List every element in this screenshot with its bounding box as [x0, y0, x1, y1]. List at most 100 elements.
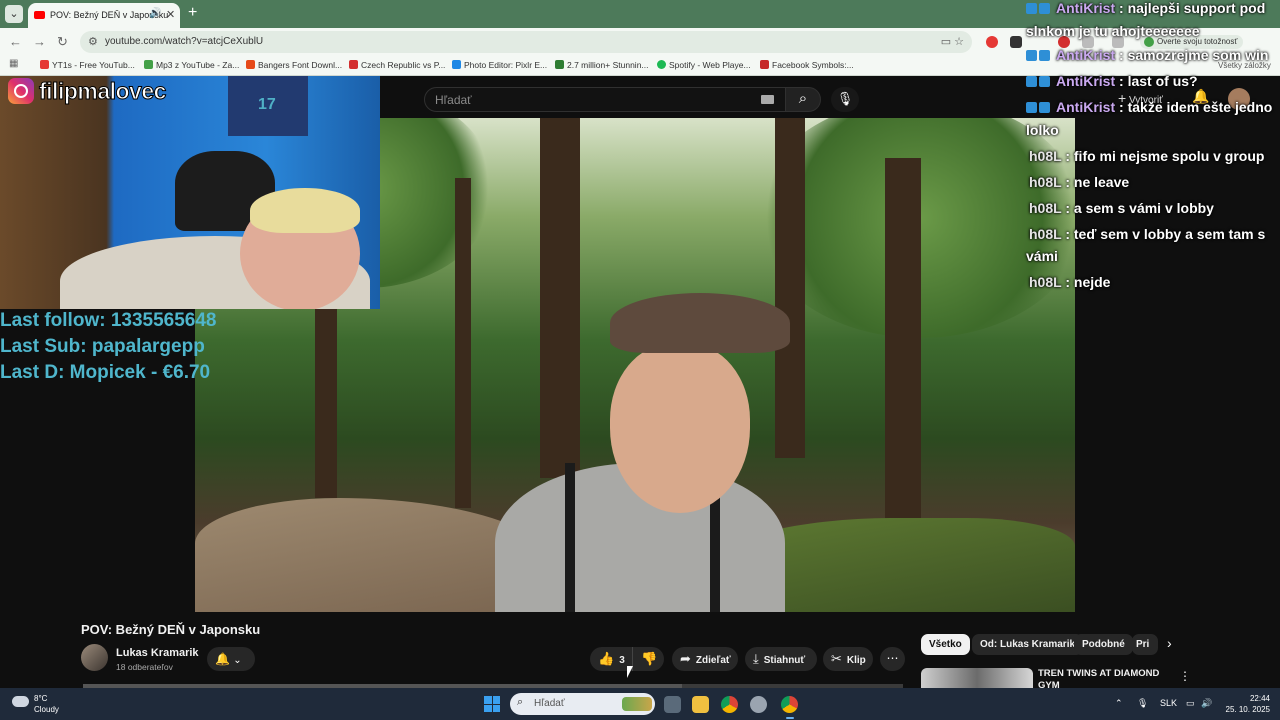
- windows-taskbar: 8°C Cloudy ⌕ Hľadať ⌃ 🎙 SLK ▭ 🔊 22:44 25…: [0, 688, 1280, 720]
- thumbs-up-icon: 👍: [598, 651, 615, 666]
- keyboard-icon[interactable]: [761, 95, 774, 104]
- volume-icon[interactable]: 🔊: [1201, 698, 1212, 709]
- more-vertical-icon[interactable]: ⋮: [1179, 669, 1191, 683]
- chrome-active-icon[interactable]: [781, 696, 798, 719]
- video-title: POV: Bežný DEŇ v Japonsku: [81, 622, 261, 637]
- more-actions-button[interactable]: ⋯: [880, 647, 905, 671]
- chrome-icon[interactable]: [721, 696, 738, 713]
- back-icon[interactable]: ←: [9, 34, 22, 49]
- chat-message: h08L : nejde: [1029, 274, 1111, 290]
- bookmark-item[interactable]: YT1s - Free YouTub...: [40, 60, 135, 70]
- voice-search-button[interactable]: 🎙: [831, 87, 859, 112]
- instagram-name: filipmalovec: [39, 78, 167, 105]
- channel-name[interactable]: Lukas Kramarik: [116, 647, 199, 659]
- taskbar-search-input[interactable]: ⌕ Hľadať: [510, 693, 655, 715]
- video-person-face: [610, 343, 750, 513]
- last-donation: Last D: Mopicek - €6.70: [0, 362, 211, 383]
- mouse-cursor: [627, 666, 639, 678]
- instagram-icon: [8, 78, 34, 104]
- subscription-bell-button[interactable]: 🔔 ⌄: [207, 647, 255, 671]
- extension-icon[interactable]: [1010, 36, 1022, 48]
- streamer-webcam: 17: [0, 76, 380, 309]
- task-view-icon[interactable]: [664, 696, 681, 713]
- chip-more[interactable]: Pri: [1132, 634, 1158, 655]
- channel-avatar[interactable]: [81, 644, 108, 671]
- video-person-cap: [610, 293, 790, 353]
- address-bar[interactable]: ⚙ youtube.com/watch?v=atcjCeXublU ▭ ☆: [80, 31, 972, 53]
- more-horizontal-icon: ⋯: [886, 651, 899, 665]
- streamer-hair: [250, 188, 360, 233]
- chevron-right-icon[interactable]: ›: [1167, 635, 1172, 651]
- video-person: [495, 293, 790, 612]
- share-label: Zdieľať: [695, 655, 731, 666]
- last-follow: Last follow: 1335565648: [0, 310, 217, 331]
- microphone-icon[interactable]: 🎙: [1137, 698, 1148, 709]
- obs-icon[interactable]: [750, 696, 767, 713]
- scissors-icon: ✂: [831, 651, 842, 666]
- chip-all[interactable]: Všetko: [921, 634, 970, 655]
- clip-button[interactable]: ✂ Klip: [823, 647, 873, 671]
- site-info-icon[interactable]: ⚙: [88, 35, 98, 48]
- bookmark-item[interactable]: Czech Republic vs P...: [349, 60, 445, 70]
- chat-message: h08L : a sem s vámi v lobby: [1029, 200, 1214, 216]
- share-icon: ➦: [680, 651, 691, 666]
- bookmark-item[interactable]: Facebook Symbols:...: [760, 60, 854, 70]
- weather-desc: Cloudy: [34, 705, 59, 714]
- language-indicator[interactable]: SLK: [1160, 698, 1177, 708]
- bell-icon: 🔔: [215, 652, 230, 666]
- search-button[interactable]: ⌕: [785, 87, 821, 112]
- backpack-strap: [565, 463, 575, 612]
- chip-related[interactable]: Podobné: [1074, 634, 1133, 655]
- share-button[interactable]: ➦ Zdieľať: [672, 647, 738, 671]
- like-button[interactable]: 👍 3: [590, 647, 632, 671]
- youtube-favicon-icon: [34, 11, 45, 19]
- search-input[interactable]: Hľadať: [424, 87, 786, 112]
- clock-time: 22:44: [1249, 694, 1270, 703]
- jersey-number: 17: [258, 96, 276, 113]
- system-clock[interactable]: 22:44 25. 10. 2025: [1222, 693, 1270, 715]
- taskbar-search-placeholder: Hľadať: [534, 698, 565, 709]
- chat-message: h08L : ne leave: [1029, 174, 1130, 190]
- download-button[interactable]: ⤓ Stiahnuť: [745, 647, 817, 671]
- tab-close-icon[interactable]: ✕: [166, 8, 175, 21]
- forward-icon[interactable]: →: [33, 34, 46, 49]
- bookmark-star-icon[interactable]: ▭ ☆: [941, 35, 964, 48]
- wall-jersey: 17: [228, 76, 308, 136]
- clock-date: 25. 10. 2025: [1225, 705, 1270, 714]
- chevron-down-icon: ⌄: [233, 655, 242, 666]
- browser-tab-active[interactable]: POV: Bežný DEŇ v Japonsku 🔊 ✕: [28, 3, 180, 28]
- chat-message: AntiKrist : last of us?: [1026, 70, 1280, 93]
- screen: ⌄ POV: Bežný DEŇ v Japonsku 🔊 ✕ + ← → ↻ …: [0, 0, 1280, 720]
- search-icon: ⌕: [517, 696, 524, 708]
- tray-chevron-up-icon[interactable]: ⌃: [1115, 698, 1123, 709]
- windows-start-icon[interactable]: [484, 696, 500, 712]
- bookmark-item[interactable]: Mp3 z YouTube - Za...: [144, 60, 239, 70]
- chat-message: AntiKrist : najlepši support pod slnkom …: [1026, 0, 1266, 40]
- bookmark-item[interactable]: Photo Editor: Pixlr E...: [452, 60, 547, 70]
- extension-icon[interactable]: [986, 36, 998, 48]
- last-sub: Last Sub: papalargepp: [0, 336, 205, 357]
- like-count: 3: [619, 655, 625, 666]
- speaker-icon[interactable]: 🔊: [149, 8, 161, 19]
- search-icon: ⌕: [798, 90, 808, 107]
- chat-message: h08L : teď sem v lobby a sem tam s vámi: [1026, 226, 1266, 264]
- display-icon[interactable]: ▭: [1186, 698, 1195, 709]
- tab-search-icon[interactable]: ⌄: [5, 5, 23, 23]
- chat-message: AntiKrist : takže idem ešte jedno lolko: [1026, 99, 1273, 139]
- weather-widget[interactable]: 8°C Cloudy: [34, 693, 59, 715]
- download-label: Stiahnuť: [763, 655, 806, 666]
- apps-grid-icon[interactable]: ▦: [9, 58, 18, 69]
- bookmark-item[interactable]: Spotify - Web Playe...: [657, 60, 751, 70]
- bookmark-item[interactable]: Bangers Font Downl...: [246, 60, 342, 70]
- new-tab-button[interactable]: +: [188, 4, 197, 22]
- chat-message: h08L : fifo mi nejsme spolu v group: [1029, 148, 1265, 164]
- reload-icon[interactable]: ↻: [57, 34, 68, 50]
- recommended-title[interactable]: TREN TWINS AT DIAMOND GYM: [1038, 668, 1168, 688]
- stream-stats: Last follow: 1335565648 Last Sub: papala…: [0, 308, 217, 386]
- file-explorer-icon[interactable]: [692, 696, 709, 713]
- bookmark-item[interactable]: 2.7 million+ Stunnin...: [555, 60, 649, 70]
- search-placeholder: Hľadať: [435, 93, 472, 107]
- chip-from-channel[interactable]: Od: Lukas Kramarik: [972, 634, 1084, 655]
- weather-temp: 8°C: [34, 694, 48, 703]
- recommended-thumbnail[interactable]: [921, 668, 1033, 688]
